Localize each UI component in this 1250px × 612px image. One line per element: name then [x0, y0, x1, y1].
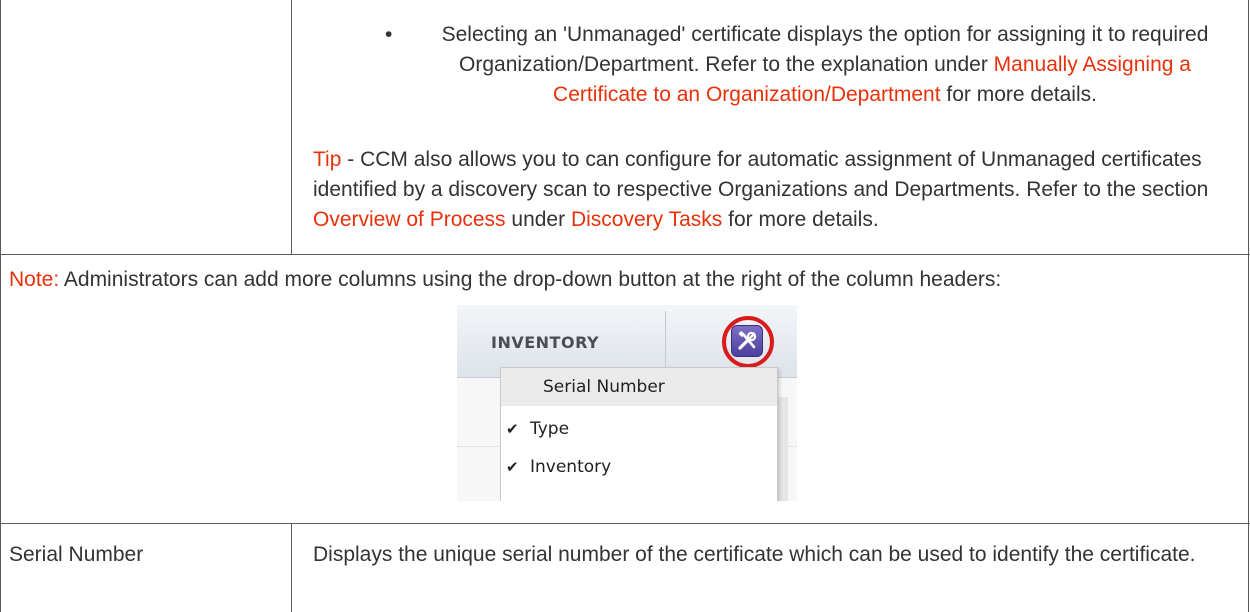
- tip-paragraph: Tip - CCM also allows you to can configu…: [313, 145, 1233, 235]
- check-icon: ✔: [506, 458, 519, 476]
- bullet: •: [385, 23, 393, 46]
- column-separator: [665, 311, 666, 375]
- menu-item-serial-number: Serial Number: [501, 368, 777, 406]
- note-text: Administrators can add more columns usin…: [59, 268, 1002, 291]
- table-left-border: [0, 0, 1, 612]
- table-right-border: [1248, 0, 1249, 612]
- column-divider-top: [291, 0, 292, 255]
- column-menu-screenshot: INVENTORY Serial Number ✔ Type ✔ Invento…: [457, 305, 797, 501]
- bullet-paragraph: Selecting an 'Unmanaged' certificate dis…: [425, 20, 1225, 110]
- discovery-tasks-link[interactable]: Discovery Tasks: [571, 208, 722, 231]
- column-divider-bottom: [291, 524, 292, 612]
- row-divider-1: [0, 254, 1250, 255]
- column-dropdown-menu: Serial Number ✔ Type ✔ Inventory: [500, 367, 778, 501]
- inventory-column-header: INVENTORY: [491, 333, 600, 352]
- highlight-circle: [722, 316, 774, 368]
- overview-of-process-link[interactable]: Overview of Process: [313, 208, 506, 231]
- tip-mid-text: under: [505, 208, 571, 231]
- row-divider-2: [0, 523, 1250, 524]
- note-label: Note:: [9, 268, 60, 291]
- check-icon: ✔: [506, 420, 519, 438]
- tip-end-text: for more details.: [722, 208, 879, 231]
- note-paragraph: Note: Administrators can add more column…: [9, 265, 1239, 295]
- tip-label: Tip: [313, 148, 342, 171]
- field-name-serial-number: Serial Number: [9, 543, 144, 566]
- document-table: • Selecting an 'Unmanaged' certificate d…: [0, 0, 1250, 612]
- menu-item-inventory: ✔ Inventory: [501, 448, 777, 486]
- field-description-serial-number: Displays the unique serial number of the…: [313, 543, 1196, 566]
- tip-text: - CCM also allows you to can configure f…: [313, 148, 1209, 201]
- bullet-text-end: for more details.: [940, 83, 1097, 106]
- menu-item-type: ✔ Type: [501, 410, 777, 448]
